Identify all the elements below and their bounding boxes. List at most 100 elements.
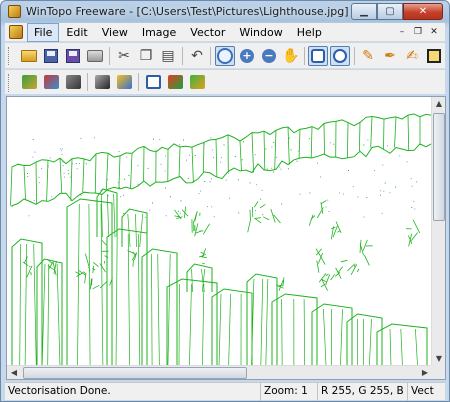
select-ellipse-button[interactable] <box>330 46 350 66</box>
toolbar-grip[interactable] <box>8 74 11 92</box>
scroll-down-arrow-icon[interactable]: ▼ <box>432 352 446 366</box>
toolbar-separator <box>304 47 305 65</box>
vectorised-image <box>10 113 432 366</box>
menu-vector[interactable]: Vector <box>183 23 232 42</box>
maximize-button[interactable]: ▢ <box>377 3 403 20</box>
image-canvas[interactable] <box>7 97 432 366</box>
scroll-up-arrow-icon[interactable]: ▲ <box>432 97 446 111</box>
copy-button[interactable]: ❐ <box>136 46 156 66</box>
document-icon[interactable] <box>9 25 23 39</box>
scroll-left-arrow-icon[interactable]: ◀ <box>7 366 21 380</box>
pen-button[interactable]: ✒ <box>380 46 400 66</box>
print-icon <box>87 50 103 62</box>
doc-minimize-button[interactable]: – <box>395 26 409 39</box>
open-folder-icon <box>21 50 37 62</box>
title-bar[interactable]: WinTopo Freeware - [C:\Users\Test\Pictur… <box>1 1 449 22</box>
select-rect-button[interactable] <box>308 46 328 66</box>
thinning-button[interactable] <box>63 72 83 92</box>
vertical-scrollbar[interactable]: ▲ ▼ <box>431 97 445 366</box>
pan-hand-icon: ✋ <box>282 48 300 64</box>
toolbar-grip[interactable] <box>8 47 11 65</box>
toolbar-separator <box>210 47 211 65</box>
thinning-icon <box>65 75 81 89</box>
status-zoom: Zoom: 1 <box>260 383 317 401</box>
status-color: R 255, G 255, B 255 <box>317 383 407 401</box>
pan-button[interactable]: ✋ <box>281 46 301 66</box>
select-ellipse-icon <box>333 49 347 63</box>
zoom-tool-button[interactable] <box>215 46 235 66</box>
app-icon <box>8 5 21 18</box>
undo-button[interactable]: ↶ <box>187 46 207 66</box>
document-view: ▲ ▼ ◀ ▶ <box>6 96 446 380</box>
document-window-controls: – ❐ ✕ <box>395 26 441 39</box>
scroll-corner <box>431 365 445 379</box>
menu-bar: File Edit View Image Vector Window Help … <box>5 23 445 42</box>
window-controls: ▁ ▢ ✕ <box>351 3 443 20</box>
toolbar-separator <box>138 73 139 91</box>
layers-icon <box>116 75 132 89</box>
copy-icon: ❐ <box>139 48 153 64</box>
menu-edit[interactable]: Edit <box>59 23 94 42</box>
minimize-button[interactable]: ▁ <box>351 3 377 20</box>
toolbar-separator <box>182 47 183 65</box>
doc-close-button[interactable]: ✕ <box>427 26 441 39</box>
scroll-right-arrow-icon[interactable]: ▶ <box>418 366 432 380</box>
window-title: WinTopo Freeware - [C:\Users\Test\Pictur… <box>26 5 349 18</box>
crop-icon <box>427 49 441 63</box>
menu-window[interactable]: Window <box>232 23 289 42</box>
layers-button[interactable] <box>114 72 134 92</box>
pencil-button[interactable]: ✎ <box>358 46 378 66</box>
cut-button[interactable]: ✂ <box>114 46 134 66</box>
vector-toolbar <box>5 70 445 94</box>
vectorise-all-icon <box>43 75 59 89</box>
toolbar-separator <box>87 73 88 91</box>
save-as-button[interactable] <box>63 46 83 66</box>
crop-button[interactable] <box>424 46 444 66</box>
menu-help[interactable]: Help <box>290 23 329 42</box>
zoom-out-button[interactable]: − <box>259 46 279 66</box>
smooth-button[interactable] <box>165 72 185 92</box>
undo-icon: ↶ <box>191 48 203 64</box>
threshold-button[interactable] <box>92 72 112 92</box>
pencil-icon: ✎ <box>362 48 374 64</box>
paste-icon: ▤ <box>161 48 175 64</box>
polyline-button[interactable] <box>143 72 163 92</box>
vector-tools-icon <box>189 75 205 89</box>
edit-button[interactable]: ✍ <box>402 46 422 66</box>
smooth-icon <box>167 75 183 89</box>
app-window: WinTopo Freeware - [C:\Users\Test\Pictur… <box>0 0 450 402</box>
open-button[interactable] <box>19 46 39 66</box>
horizontal-scroll-thumb[interactable] <box>23 367 247 379</box>
vertical-scroll-thumb[interactable] <box>433 113 445 221</box>
menu-items: File Edit View Image Vector Window Help <box>27 23 329 42</box>
pen-icon: ✒ <box>384 48 396 64</box>
toolbar-separator <box>109 47 110 65</box>
save-as-icon <box>66 49 80 63</box>
menu-file[interactable]: File <box>27 23 60 42</box>
horizontal-scrollbar[interactable]: ◀ ▶ <box>7 365 432 379</box>
paste-button[interactable]: ▤ <box>158 46 178 66</box>
save-button[interactable] <box>41 46 61 66</box>
doc-restore-button[interactable]: ❐ <box>411 26 425 39</box>
vector-tools-button[interactable] <box>187 72 207 92</box>
menu-view[interactable]: View <box>95 23 135 42</box>
select-rect-icon <box>311 49 325 63</box>
threshold-icon <box>94 75 110 89</box>
print-button[interactable] <box>85 46 105 66</box>
zoom-out-icon: − <box>262 49 276 63</box>
status-message: Vectorisation Done. <box>8 385 111 397</box>
zoom-in-icon: + <box>240 49 254 63</box>
vectorise-button[interactable] <box>19 72 39 92</box>
toolbar-separator <box>354 47 355 65</box>
save-icon <box>44 49 58 63</box>
close-button[interactable]: ✕ <box>403 3 443 20</box>
edit-icon: ✍ <box>406 48 418 64</box>
zoom-in-button[interactable]: + <box>237 46 257 66</box>
menu-image[interactable]: Image <box>135 23 183 42</box>
vectorise-all-button[interactable] <box>41 72 61 92</box>
cut-icon: ✂ <box>118 48 130 64</box>
main-toolbar: ✂ ❐ ▤ ↶ + − ✋ ✎ ✒ ✍ <box>5 43 445 69</box>
status-extra: Vect <box>407 383 445 401</box>
zoom-tool-icon <box>217 48 233 64</box>
status-bar: Vectorisation Done. Zoom: 1 R 255, G 255… <box>5 382 445 401</box>
